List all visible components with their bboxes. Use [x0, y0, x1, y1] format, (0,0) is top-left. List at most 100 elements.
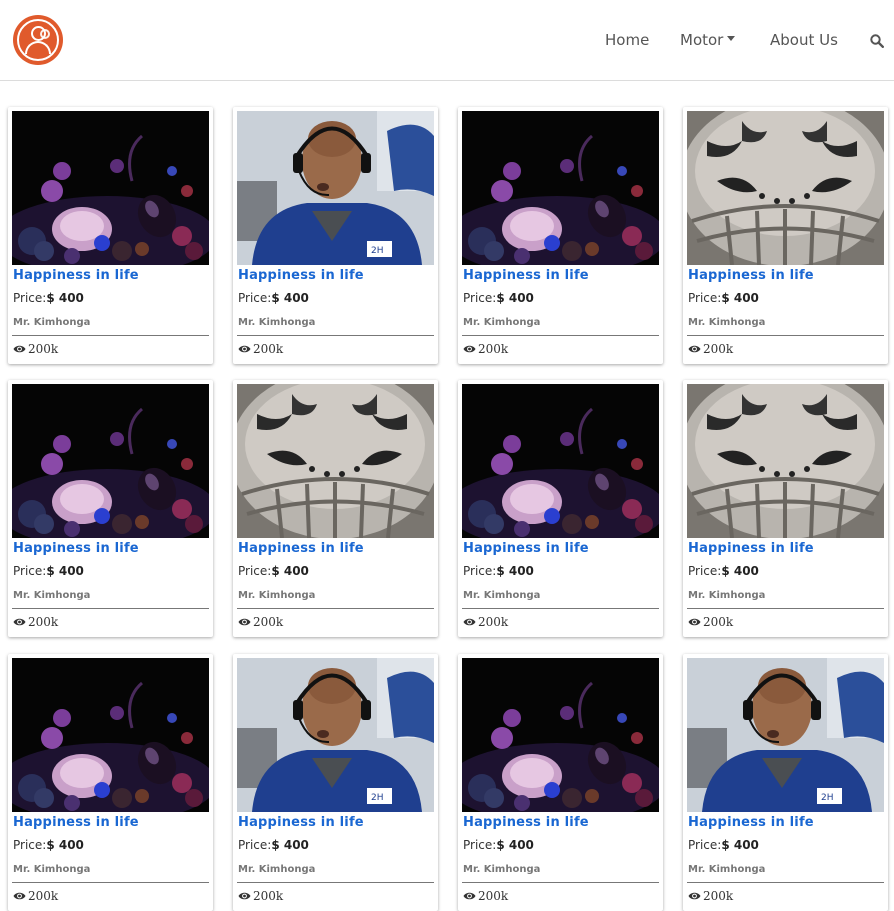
product-author: Mr. Kimhonga	[13, 590, 91, 601]
product-image[interactable]	[12, 111, 209, 265]
product-image[interactable]	[12, 384, 209, 538]
price-value: $ 400	[271, 838, 309, 852]
product-author: Mr. Kimhonga	[13, 864, 91, 875]
price-value: $ 400	[496, 291, 534, 305]
eye-icon	[13, 618, 26, 626]
product-image[interactable]	[462, 384, 659, 538]
product-author: Mr. Kimhonga	[238, 590, 316, 601]
user-icon-head	[31, 26, 46, 41]
eye-icon	[238, 892, 251, 900]
card-divider	[687, 882, 884, 883]
view-count: 200k	[13, 342, 58, 356]
logo[interactable]	[13, 15, 63, 65]
product-image[interactable]: 2H	[237, 658, 434, 812]
card-divider	[687, 608, 884, 609]
nav-motor[interactable]: Motor	[680, 31, 736, 49]
product-card[interactable]: 2H Happiness in life Price:$ 400 Mr. Kim…	[683, 654, 888, 911]
product-image[interactable]: 2H	[237, 111, 434, 265]
nav-home[interactable]: Home	[605, 31, 649, 49]
view-count-value: 200k	[253, 615, 284, 629]
eye-icon	[238, 345, 251, 353]
product-title[interactable]: Happiness in life	[238, 541, 364, 556]
price-value: $ 400	[46, 291, 84, 305]
product-title[interactable]: Happiness in life	[13, 268, 139, 283]
price-value: $ 400	[46, 564, 84, 578]
product-card[interactable]: Happiness in life Price:$ 400 Mr. Kimhon…	[458, 107, 663, 364]
product-title[interactable]: Happiness in life	[238, 268, 364, 283]
view-count-value: 200k	[478, 342, 509, 356]
product-card[interactable]: Happiness in life Price:$ 400 Mr. Kimhon…	[8, 107, 213, 364]
view-count-value: 200k	[253, 342, 284, 356]
product-title[interactable]: Happiness in life	[13, 815, 139, 830]
navbar: Home Motor About Us	[0, 0, 894, 81]
product-price: Price:$ 400	[238, 838, 309, 852]
product-title[interactable]: Happiness in life	[13, 541, 139, 556]
price-value: $ 400	[271, 564, 309, 578]
eye-icon	[238, 618, 251, 626]
view-count: 200k	[463, 889, 508, 903]
product-price: Price:$ 400	[463, 564, 534, 578]
product-price: Price:$ 400	[238, 564, 309, 578]
product-card[interactable]: Happiness in life Price:$ 400 Mr. Kimhon…	[683, 380, 888, 637]
product-image[interactable]	[12, 658, 209, 812]
price-label: Price:	[688, 291, 722, 305]
view-count: 200k	[13, 615, 58, 629]
eye-icon	[463, 345, 476, 353]
product-title[interactable]: Happiness in life	[688, 541, 814, 556]
product-image[interactable]	[462, 658, 659, 812]
view-count: 200k	[463, 615, 508, 629]
product-image[interactable]	[687, 384, 884, 538]
product-title[interactable]: Happiness in life	[463, 268, 589, 283]
price-value: $ 400	[271, 291, 309, 305]
product-author: Mr. Kimhonga	[238, 864, 316, 875]
product-card[interactable]: Happiness in life Price:$ 400 Mr. Kimhon…	[233, 380, 438, 637]
view-count-value: 200k	[253, 889, 284, 903]
product-price: Price:$ 400	[13, 838, 84, 852]
price-label: Price:	[688, 564, 722, 578]
eye-icon	[688, 618, 701, 626]
product-title[interactable]: Happiness in life	[688, 268, 814, 283]
product-image[interactable]: 2H	[687, 658, 884, 812]
product-image[interactable]	[687, 111, 884, 265]
product-card[interactable]: Happiness in life Price:$ 400 Mr. Kimhon…	[8, 380, 213, 637]
product-price: Price:$ 400	[688, 838, 759, 852]
view-count: 200k	[688, 342, 733, 356]
product-author: Mr. Kimhonga	[463, 317, 541, 328]
search-icon[interactable]	[870, 34, 884, 48]
nav-about-us[interactable]: About Us	[770, 31, 838, 49]
product-title[interactable]: Happiness in life	[463, 541, 589, 556]
product-card[interactable]: Happiness in life Price:$ 400 Mr. Kimhon…	[458, 654, 663, 911]
view-count: 200k	[238, 889, 283, 903]
product-card[interactable]: 2H Happiness in life Price:$ 400 Mr. Kim…	[233, 654, 438, 911]
product-author: Mr. Kimhonga	[688, 590, 766, 601]
view-count-value: 200k	[703, 615, 734, 629]
price-label: Price:	[238, 291, 272, 305]
product-card[interactable]: Happiness in life Price:$ 400 Mr. Kimhon…	[8, 654, 213, 911]
view-count: 200k	[238, 615, 283, 629]
product-card[interactable]: 2H Happiness in life Price:$ 400 Mr. Kim…	[233, 107, 438, 364]
price-value: $ 400	[721, 564, 759, 578]
svg-text:2H: 2H	[821, 793, 834, 803]
product-title[interactable]: Happiness in life	[463, 815, 589, 830]
card-divider	[12, 882, 209, 883]
view-count: 200k	[238, 342, 283, 356]
product-title[interactable]: Happiness in life	[238, 815, 364, 830]
price-label: Price:	[238, 838, 272, 852]
price-value: $ 400	[46, 838, 84, 852]
price-label: Price:	[463, 564, 497, 578]
card-divider	[462, 335, 659, 336]
product-title[interactable]: Happiness in life	[688, 815, 814, 830]
product-card[interactable]: Happiness in life Price:$ 400 Mr. Kimhon…	[683, 107, 888, 364]
price-label: Price:	[688, 838, 722, 852]
eye-icon	[463, 892, 476, 900]
product-price: Price:$ 400	[463, 838, 534, 852]
product-price: Price:$ 400	[238, 291, 309, 305]
eye-icon	[13, 345, 26, 353]
price-label: Price:	[463, 838, 497, 852]
price-value: $ 400	[496, 564, 534, 578]
product-card[interactable]: Happiness in life Price:$ 400 Mr. Kimhon…	[458, 380, 663, 637]
product-image[interactable]	[237, 384, 434, 538]
product-image[interactable]	[462, 111, 659, 265]
card-divider	[237, 882, 434, 883]
view-count-value: 200k	[703, 342, 734, 356]
